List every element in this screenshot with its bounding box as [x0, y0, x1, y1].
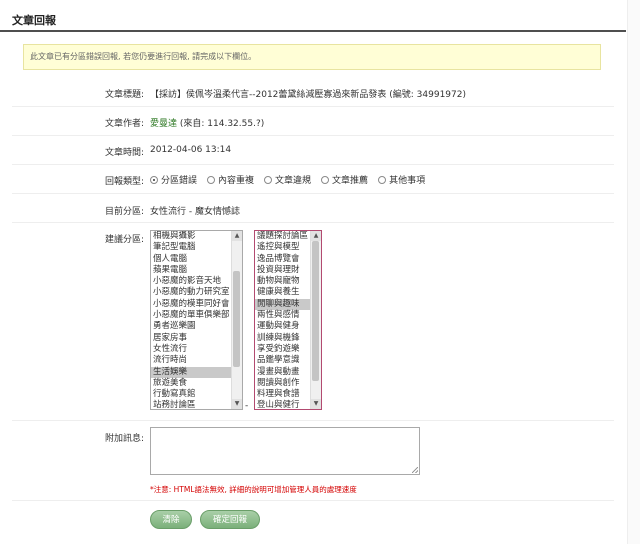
radio-icon: [264, 175, 273, 184]
subsection-option[interactable]: 品鑑學意識: [255, 355, 311, 366]
category-option[interactable]: 個人電腦: [151, 254, 232, 265]
row-divider: [12, 193, 614, 194]
scroll-up-icon[interactable]: ▲: [232, 231, 242, 241]
listbox-separator: -: [245, 401, 249, 411]
subsection-option[interactable]: 登山與健行: [255, 400, 311, 409]
html-warning-note: *注意: HTML語法無效, 詳細的說明可增加管理人員的處理速度: [150, 485, 357, 494]
radio-section-error[interactable]: 分區錯誤: [150, 173, 197, 186]
subsection-option[interactable]: 訓練與機鋒: [255, 333, 311, 344]
category-scrollbar[interactable]: ▲ ▼: [231, 231, 242, 409]
row-divider: [12, 106, 614, 107]
category-option[interactable]: 勇者巡樂園: [151, 321, 232, 332]
subsection-listbox[interactable]: 議題探討論區 遙控與模型 逸品博覽會 投資與理財 動物與寵物 健康與養生 閒聊與趣味 兩性與感…: [254, 230, 322, 410]
radio-label: 分區錯誤: [161, 176, 198, 186]
subsection-option[interactable]: 動物與寵物: [255, 276, 311, 287]
resize-grip-icon[interactable]: [412, 467, 418, 473]
category-option[interactable]: 女性流行: [151, 344, 232, 355]
subsection-scrollbar[interactable]: ▲ ▼: [310, 231, 321, 409]
scroll-up-icon[interactable]: ▲: [311, 231, 321, 241]
page-title: 文章回報: [12, 14, 56, 27]
category-option[interactable]: 居家房事: [151, 333, 232, 344]
category-option[interactable]: 流行時尚: [151, 355, 232, 366]
radio-other[interactable]: 其他事項: [378, 173, 425, 186]
category-option[interactable]: 小惡魔的動力研究室: [151, 287, 232, 298]
radio-article-violation[interactable]: 文章違規: [264, 173, 311, 186]
subsection-option[interactable]: 遙控與模型: [255, 242, 311, 253]
category-option[interactable]: 小惡魔的單車俱樂部: [151, 310, 232, 321]
scroll-down-icon[interactable]: ▼: [311, 399, 321, 409]
category-options: 相機與攝影 筆記型電腦 個人電腦 蘋果電腦 小惡魔的影音天地 小惡魔的動力研究室 小惡魔的模…: [151, 231, 232, 409]
subsection-option[interactable]: 健康與養生: [255, 287, 311, 298]
radio-icon: [378, 175, 387, 184]
row-divider: [12, 500, 614, 501]
subsection-option[interactable]: 兩性與感情: [255, 310, 311, 321]
subsection-option[interactable]: 閒聊與趣味: [255, 298, 311, 311]
category-option[interactable]: 生活娛樂: [151, 366, 232, 378]
scroll-thumb[interactable]: [233, 271, 240, 367]
subsection-option[interactable]: 料理與食譜: [255, 389, 311, 400]
page-scrollbar[interactable]: [627, 0, 640, 544]
category-option[interactable]: 蘋果電腦: [151, 265, 232, 276]
category-option[interactable]: 相機與攝影: [151, 231, 232, 242]
confirm-report-button[interactable]: 確定回報: [200, 510, 260, 529]
category-option[interactable]: 行動寫真館: [151, 389, 232, 400]
extra-message-textarea[interactable]: [150, 427, 420, 475]
row-divider: [12, 420, 614, 421]
radio-label: 內容重複: [218, 176, 255, 186]
clear-button[interactable]: 清除: [150, 510, 192, 529]
current-section-value: 女性流行 - 魔女情憾誌: [150, 207, 240, 217]
subsection-option[interactable]: 閱讀與創作: [255, 378, 311, 389]
radio-duplicate-content[interactable]: 內容重複: [207, 173, 254, 186]
report-type-options: 分區錯誤 內容重複 文章違規 文章推薦 其他事項: [150, 173, 435, 186]
article-time-value: 2012-04-06 13:14: [150, 145, 232, 155]
article-time-label: 文章時間:: [104, 148, 144, 158]
row-divider: [12, 164, 614, 165]
category-listbox[interactable]: 相機與攝影 筆記型電腦 個人電腦 蘋果電腦 小惡魔的影音天地 小惡魔的動力研究室 小惡魔的模…: [150, 230, 243, 410]
radio-selected-icon: [150, 175, 158, 184]
category-option[interactable]: 站務討論區: [151, 400, 232, 409]
subsection-options: 議題探討論區 遙控與模型 逸品博覽會 投資與理財 動物與寵物 健康與養生 閒聊與趣味 兩性與感…: [255, 231, 311, 409]
subsection-option[interactable]: 享受釣遊樂: [255, 344, 311, 355]
subsection-option[interactable]: 議題探討論區: [255, 231, 311, 242]
article-title-value: 【採訪】侯佩岑溫柔代言--2012蕾黛絲減壓寡過來新品發表 (編號: 34991…: [150, 90, 466, 100]
category-option[interactable]: 旅遊美食: [151, 378, 232, 389]
article-author-value: 愛曼達 (來自: 114.32.55.?): [150, 116, 264, 129]
current-section-label: 目前分區:: [104, 207, 144, 217]
article-title-label: 文章標題:: [104, 90, 144, 100]
category-option[interactable]: 小惡魔的影音天地: [151, 276, 232, 287]
subsection-option[interactable]: 投資與理財: [255, 265, 311, 276]
radio-icon: [321, 175, 330, 184]
scroll-down-icon[interactable]: ▼: [232, 399, 242, 409]
radio-article-recommend[interactable]: 文章推薦: [321, 173, 368, 186]
radio-label: 文章違規: [275, 176, 312, 186]
category-option[interactable]: 小惡魔的模車同好會: [151, 299, 232, 310]
report-type-label: 回報類型:: [104, 177, 144, 187]
extra-message-label: 附加訊息:: [104, 434, 144, 444]
subsection-option[interactable]: 漫畫與動畫: [255, 367, 311, 378]
subsection-option[interactable]: 運動與健身: [255, 321, 311, 332]
radio-label: 文章推薦: [332, 176, 369, 186]
radio-icon: [207, 175, 216, 184]
title-divider: [0, 30, 626, 32]
author-source: (來自: 114.32.55.?): [177, 119, 265, 129]
author-link[interactable]: 愛曼達: [150, 119, 177, 129]
category-option[interactable]: 筆記型電腦: [151, 242, 232, 253]
row-divider: [12, 135, 614, 136]
suggested-section-label: 建議分區:: [104, 235, 144, 245]
article-author-label: 文章作者:: [104, 119, 144, 129]
error-report-notice: 此文章已有分區錯誤回報, 若您仍要進行回報, 請完成以下欄位。: [23, 44, 601, 70]
row-divider: [12, 222, 614, 223]
radio-label: 其他事項: [389, 176, 426, 186]
scroll-thumb[interactable]: [312, 241, 319, 381]
subsection-option[interactable]: 逸品博覽會: [255, 254, 311, 265]
